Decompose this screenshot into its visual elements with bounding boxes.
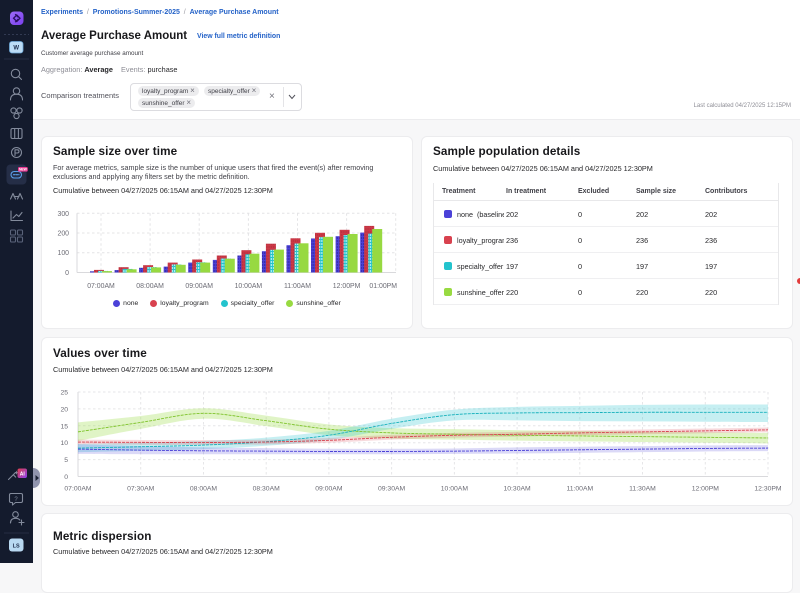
svg-text:NEW: NEW bbox=[19, 168, 28, 172]
svg-text:5: 5 bbox=[64, 457, 68, 464]
svg-text:09:30AM: 09:30AM bbox=[378, 486, 406, 493]
svg-text:08:30AM: 08:30AM bbox=[253, 486, 281, 493]
svg-text:W: W bbox=[13, 46, 19, 52]
svg-text:11:00AM: 11:00AM bbox=[566, 486, 593, 493]
svg-text:25: 25 bbox=[60, 390, 68, 397]
svg-text:07:30AM: 07:30AM bbox=[127, 486, 155, 493]
svg-text:12:00PM: 12:00PM bbox=[692, 486, 720, 493]
svg-text:20: 20 bbox=[60, 406, 68, 413]
svg-text:100: 100 bbox=[58, 250, 70, 257]
svg-text:11:30AM: 11:30AM bbox=[629, 486, 656, 493]
svg-text:10:30AM: 10:30AM bbox=[503, 486, 531, 493]
svg-text:11:00AM: 11:00AM bbox=[284, 283, 311, 290]
svg-text:09:00AM: 09:00AM bbox=[185, 283, 213, 290]
svg-text:07:00AM: 07:00AM bbox=[87, 283, 115, 290]
svg-text:09:00AM: 09:00AM bbox=[315, 486, 343, 493]
svg-text:01:00PM: 01:00PM bbox=[369, 283, 397, 290]
svg-text:15: 15 bbox=[60, 423, 68, 430]
svg-text:12:30PM: 12:30PM bbox=[754, 486, 782, 493]
svg-text:200: 200 bbox=[58, 231, 70, 238]
svg-text:0: 0 bbox=[64, 474, 68, 481]
svg-text:10:00AM: 10:00AM bbox=[441, 486, 469, 493]
svg-text:AI: AI bbox=[20, 472, 26, 478]
svg-text:08:00AM: 08:00AM bbox=[136, 283, 164, 290]
svg-text:0: 0 bbox=[65, 270, 69, 277]
svg-text:10: 10 bbox=[60, 440, 68, 447]
svg-text:300: 300 bbox=[58, 211, 70, 218]
svg-text:LS: LS bbox=[13, 544, 20, 550]
svg-text:10:00AM: 10:00AM bbox=[235, 283, 263, 290]
svg-text:08:00AM: 08:00AM bbox=[190, 486, 218, 493]
svg-text:07:00AM: 07:00AM bbox=[64, 486, 92, 493]
svg-text:12:00PM: 12:00PM bbox=[333, 283, 361, 290]
